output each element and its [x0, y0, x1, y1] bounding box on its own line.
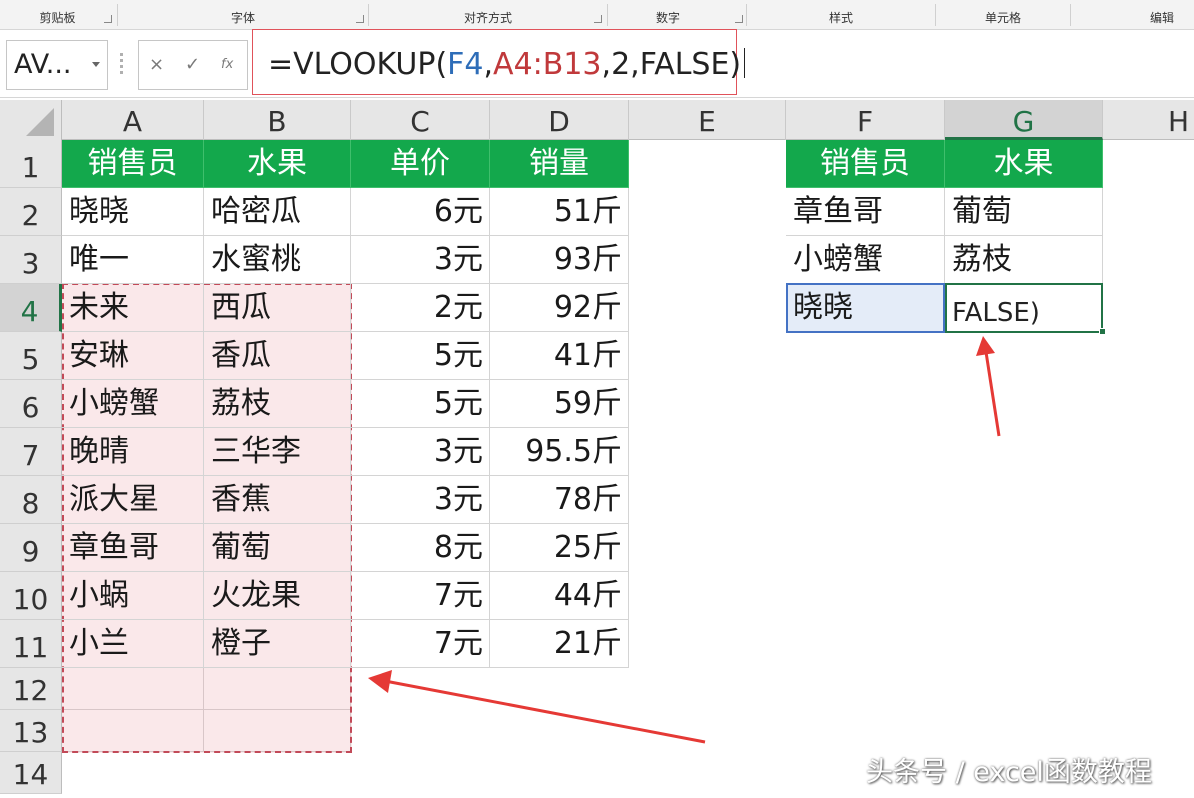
- arrow-to-range-icon: [368, 670, 706, 744]
- arrow-to-result-icon: [976, 336, 1001, 437]
- annotation-arrows: [368, 336, 1001, 744]
- watermark-text: 头条号 / excel函数教程: [866, 757, 1152, 788]
